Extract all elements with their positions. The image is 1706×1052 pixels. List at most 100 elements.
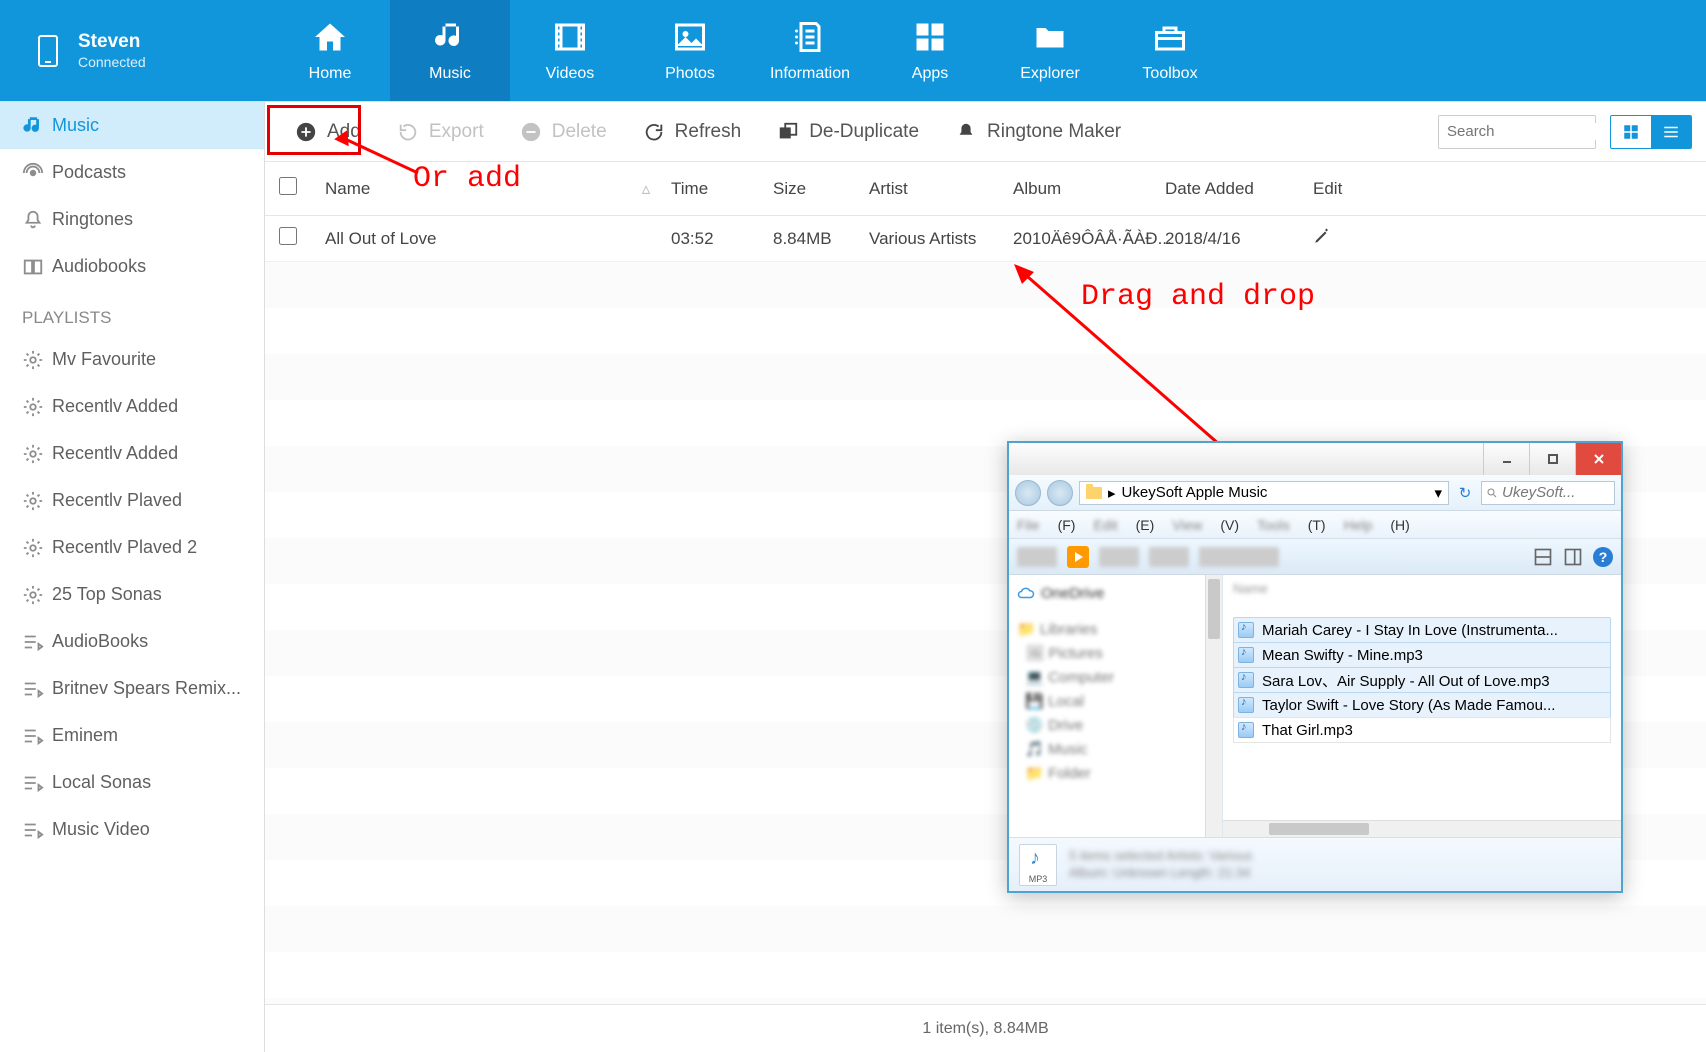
menu-item[interactable]: Edit bbox=[1093, 517, 1117, 533]
audio-file-icon bbox=[1238, 697, 1254, 713]
sidebar-item-music[interactable]: Music bbox=[0, 102, 264, 149]
nav-explorer[interactable]: Explorer bbox=[990, 0, 1110, 101]
menu-item[interactable]: Tools bbox=[1257, 517, 1290, 533]
tool-blur[interactable] bbox=[1199, 547, 1279, 567]
col-size[interactable]: Size bbox=[773, 179, 869, 199]
sidebar: Music Podcasts Ringtones Audiobooks PLAY… bbox=[0, 102, 265, 1052]
play-button[interactable] bbox=[1067, 546, 1089, 568]
tree-item[interactable]: 💻 Computer bbox=[1017, 665, 1214, 689]
refresh-icon[interactable]: ↻ bbox=[1455, 483, 1475, 503]
menu-item[interactable]: Help bbox=[1344, 517, 1373, 533]
sidebar-playlist-top25[interactable]: 25 Top Sonas bbox=[0, 571, 264, 618]
explorer-tree[interactable]: OneDrive 📁 Libraries 🖼 Pictures 💻 Comput… bbox=[1009, 575, 1223, 837]
deduplicate-button[interactable]: De-Duplicate bbox=[761, 113, 935, 151]
pencil-icon bbox=[1313, 227, 1331, 245]
sidebar-playlist-local[interactable]: Local Sonas bbox=[0, 759, 264, 806]
gear-icon bbox=[22, 349, 44, 371]
sidebar-playlist-audiobooks[interactable]: AudioBooks bbox=[0, 618, 264, 665]
sidebar-playlist-favourite[interactable]: Mv Favourite bbox=[0, 336, 264, 383]
preview-pane-icon[interactable] bbox=[1563, 547, 1583, 567]
menu-item[interactable]: File bbox=[1017, 517, 1040, 533]
sidebar-playlist-recent2[interactable]: Recentlv Added bbox=[0, 430, 264, 477]
explorer-search[interactable]: UkeySoft... bbox=[1481, 481, 1615, 505]
explorer-preview-pane: 5 items selected Artists: VariousAlbum: … bbox=[1009, 837, 1621, 891]
drive-f[interactable]: (F) bbox=[1058, 517, 1076, 533]
file-item[interactable]: Sara Lov、Air Supply - All Out of Love.mp… bbox=[1233, 667, 1611, 693]
file-item[interactable]: That Girl.mp3 bbox=[1233, 717, 1611, 743]
file-item[interactable]: Mariah Carey - I Stay In Love (Instrumen… bbox=[1233, 617, 1611, 643]
col-date[interactable]: Date Added bbox=[1165, 179, 1313, 199]
file-item[interactable]: Taylor Swift - Love Story (As Made Famou… bbox=[1233, 692, 1611, 718]
maximize-button[interactable] bbox=[1529, 443, 1575, 475]
nav-information[interactable]: Information bbox=[750, 0, 870, 101]
path-field[interactable]: ▸ UkeySoft Apple Music ▾ bbox=[1079, 481, 1449, 505]
file-item[interactable]: Mean Swifty - Mine.mp3 bbox=[1233, 642, 1611, 668]
col-album[interactable]: Album bbox=[1013, 179, 1165, 199]
tree-item[interactable]: 💾 Local bbox=[1017, 689, 1214, 713]
nav-home[interactable]: Home bbox=[270, 0, 390, 101]
close-button[interactable] bbox=[1575, 443, 1621, 475]
tree-item[interactable]: 🖼 Pictures bbox=[1017, 641, 1214, 665]
back-button[interactable] bbox=[1015, 480, 1041, 506]
view-list-button[interactable] bbox=[1651, 116, 1691, 148]
tree-item[interactable]: 🎵 Music bbox=[1017, 737, 1214, 761]
view-options-icon[interactable] bbox=[1533, 547, 1553, 567]
delete-button[interactable]: Delete bbox=[504, 113, 623, 151]
music-note-icon bbox=[22, 115, 44, 137]
organize-button[interactable] bbox=[1017, 547, 1057, 567]
minimize-button[interactable] bbox=[1483, 443, 1529, 475]
music-icon bbox=[432, 19, 468, 55]
gear-icon bbox=[22, 396, 44, 418]
sidebar-playlist-britney[interactable]: Britnev Spears Remix... bbox=[0, 665, 264, 712]
export-button[interactable]: Export bbox=[381, 113, 500, 151]
tool-blur[interactable] bbox=[1149, 547, 1189, 567]
help-icon[interactable]: ? bbox=[1593, 547, 1613, 567]
col-artist[interactable]: Artist bbox=[869, 179, 1013, 199]
nav-apps[interactable]: Apps bbox=[870, 0, 990, 101]
explorer-file-list[interactable]: Name Mariah Carey - I Stay In Love (Inst… bbox=[1223, 575, 1621, 837]
nav-photos[interactable]: Photos bbox=[630, 0, 750, 101]
search-box[interactable] bbox=[1438, 115, 1596, 149]
drive-e[interactable]: (E) bbox=[1136, 517, 1155, 533]
table-row[interactable]: All Out of Love 03:52 8.84MB Various Art… bbox=[265, 216, 1706, 262]
view-grid-button[interactable] bbox=[1611, 116, 1651, 148]
edit-button[interactable] bbox=[1313, 227, 1373, 250]
ringtone-button[interactable]: Ringtone Maker bbox=[939, 113, 1137, 151]
forward-button[interactable] bbox=[1047, 480, 1073, 506]
nav-videos[interactable]: Videos bbox=[510, 0, 630, 101]
sidebar-item-podcasts[interactable]: Podcasts bbox=[0, 149, 264, 196]
sidebar-playlist-musicvideo[interactable]: Music Video bbox=[0, 806, 264, 853]
tree-scrollbar[interactable] bbox=[1205, 575, 1222, 837]
refresh-button[interactable]: Refresh bbox=[627, 113, 758, 151]
select-all-checkbox[interactable] bbox=[279, 177, 297, 195]
explorer-titlebar[interactable] bbox=[1009, 443, 1621, 475]
phone-icon bbox=[38, 35, 58, 67]
tree-item[interactable]: 📁 Folder bbox=[1017, 761, 1214, 785]
toolbox-icon bbox=[1152, 19, 1188, 55]
menu-item[interactable]: View bbox=[1172, 517, 1202, 533]
sidebar-playlist-played2[interactable]: Recentlv Plaved 2 bbox=[0, 524, 264, 571]
col-edit[interactable]: Edit bbox=[1313, 179, 1373, 199]
drive-h[interactable]: (H) bbox=[1390, 517, 1409, 533]
sidebar-playlist-recent1[interactable]: Recentlv Added bbox=[0, 383, 264, 430]
sidebar-item-audiobooks[interactable]: Audiobooks bbox=[0, 243, 264, 290]
nav-music[interactable]: Music bbox=[390, 0, 510, 101]
cell-name: All Out of Love bbox=[325, 229, 621, 249]
sidebar-playlist-eminem[interactable]: Eminem bbox=[0, 712, 264, 759]
file-hscrollbar[interactable] bbox=[1223, 820, 1621, 837]
col-name[interactable]: Name bbox=[325, 179, 621, 199]
col-time[interactable]: Time bbox=[671, 179, 773, 199]
file-explorer-window[interactable]: ▸ UkeySoft Apple Music ▾ ↻ UkeySoft... F… bbox=[1007, 441, 1623, 893]
tree-item[interactable]: 📁 Libraries bbox=[1017, 617, 1214, 641]
nav-toolbox[interactable]: Toolbox bbox=[1110, 0, 1230, 101]
tree-item[interactable]: 💿 Drive bbox=[1017, 713, 1214, 737]
sort-indicator-icon[interactable]: ▵ bbox=[621, 179, 671, 199]
sidebar-item-ringtones[interactable]: Ringtones bbox=[0, 196, 264, 243]
row-checkbox[interactable] bbox=[279, 227, 297, 245]
tool-blur[interactable] bbox=[1099, 547, 1139, 567]
tree-cloud[interactable]: OneDrive bbox=[1017, 581, 1214, 605]
drive-t[interactable]: (T) bbox=[1308, 517, 1326, 533]
add-button[interactable]: Add bbox=[279, 113, 377, 151]
drive-v[interactable]: (V) bbox=[1220, 517, 1239, 533]
sidebar-playlist-played1[interactable]: Recentlv Plaved bbox=[0, 477, 264, 524]
